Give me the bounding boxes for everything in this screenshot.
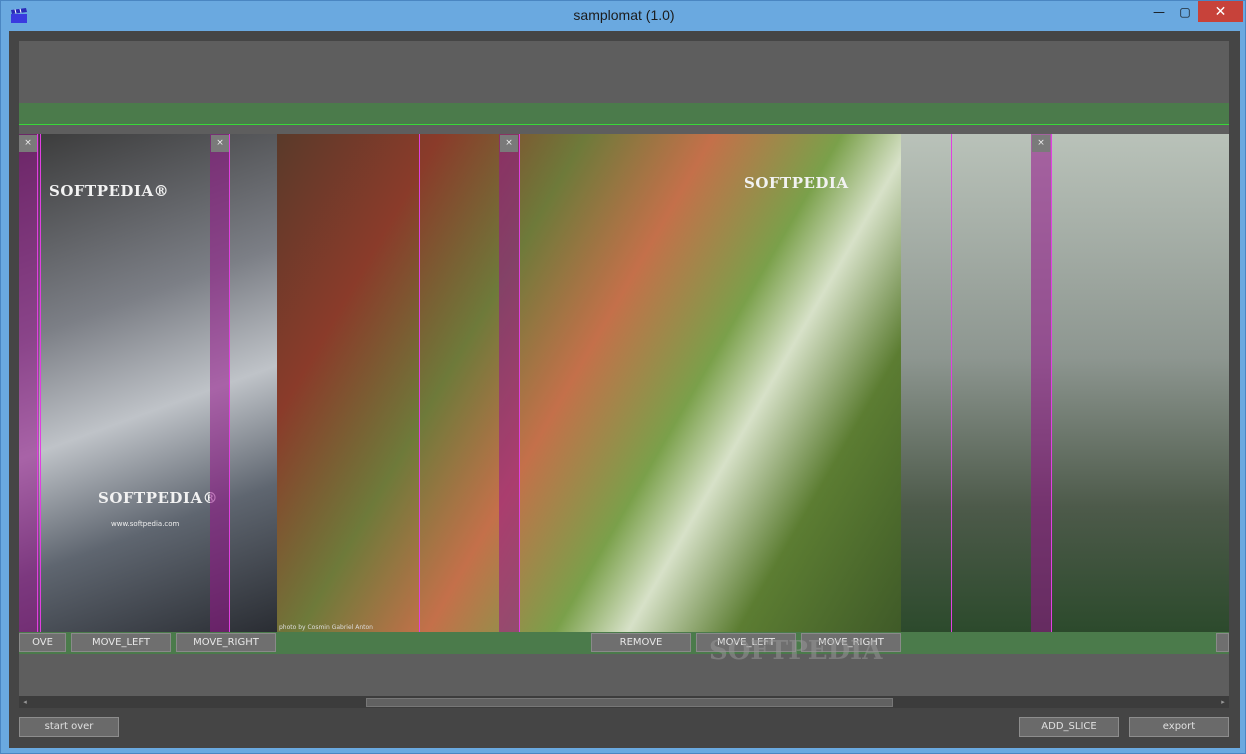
slice-close-button[interactable]: × [1032,135,1050,152]
slice-marker-line[interactable] [40,134,41,632]
slice-marker-line[interactable] [951,134,952,632]
scrollbar-thumb[interactable] [366,698,893,707]
remove-button[interactable]: REMOVE [591,633,691,652]
slice-marker-line[interactable] [519,134,520,632]
move-right-button[interactable]: MOVE_RIGHT [176,633,276,652]
partial-button[interactable] [1216,633,1229,652]
slice-marker-line[interactable] [1051,134,1052,632]
add-slice-button[interactable]: ADD_SLICE [1019,717,1119,737]
softpedia-overlay-watermark: SOFTPEDIA [709,636,883,666]
horizontal-scrollbar[interactable]: ◂ ▸ [19,696,1229,708]
slice-marker-band[interactable] [499,134,519,632]
window-title: samplomat (1.0) [573,7,675,23]
close-window-button[interactable]: ✕ [1198,1,1243,22]
start-over-button[interactable]: start over [19,717,119,737]
remove-button-partial[interactable]: OVE [19,633,66,652]
scroll-right-arrow-icon[interactable]: ▸ [1218,697,1228,707]
slice-marker-band[interactable] [1031,134,1051,632]
scroll-left-arrow-icon[interactable]: ◂ [20,697,30,707]
top-green-band [19,103,1229,124]
slice-strip-viewport[interactable]: SOFTPEDIA® SOFTPEDIA® www.softpedia.com … [19,41,1229,697]
softpedia-url: www.softpedia.com [111,520,180,528]
slice-close-button[interactable]: × [19,135,37,152]
maximize-button[interactable]: ▢ [1172,1,1198,22]
softpedia-watermark: SOFTPEDIA [744,174,849,192]
slice-marker-line[interactable] [37,134,38,632]
move-left-button[interactable]: MOVE_LEFT [71,633,171,652]
minimize-button[interactable]: — [1146,1,1172,22]
export-button[interactable]: export [1129,717,1229,737]
photo-credit: photo by Cosmin Gabriel Anton [279,624,373,631]
slice-marker-band[interactable] [19,134,39,632]
slice-image-2[interactable]: SOFTPEDIA photo by Cosmin Gabriel Anton [277,134,901,632]
slice-close-button[interactable]: × [500,135,518,152]
top-green-line [19,124,1229,125]
app-client-area: SOFTPEDIA® SOFTPEDIA® www.softpedia.com … [9,31,1240,748]
softpedia-watermark-top: SOFTPEDIA® [49,182,170,200]
softpedia-watermark-bottom: SOFTPEDIA® [98,489,219,507]
title-bar[interactable]: samplomat (1.0) — ▢ ✕ [1,1,1246,31]
slice-marker-line[interactable] [229,134,230,632]
slice-image-1[interactable]: SOFTPEDIA® SOFTPEDIA® www.softpedia.com [19,134,277,632]
slice-marker-line[interactable] [419,134,420,632]
slice-marker-band[interactable] [210,134,230,632]
app-window: samplomat (1.0) — ▢ ✕ SOFTPEDIA® SOFTPED… [0,0,1246,754]
slice-close-button[interactable]: × [211,135,229,152]
